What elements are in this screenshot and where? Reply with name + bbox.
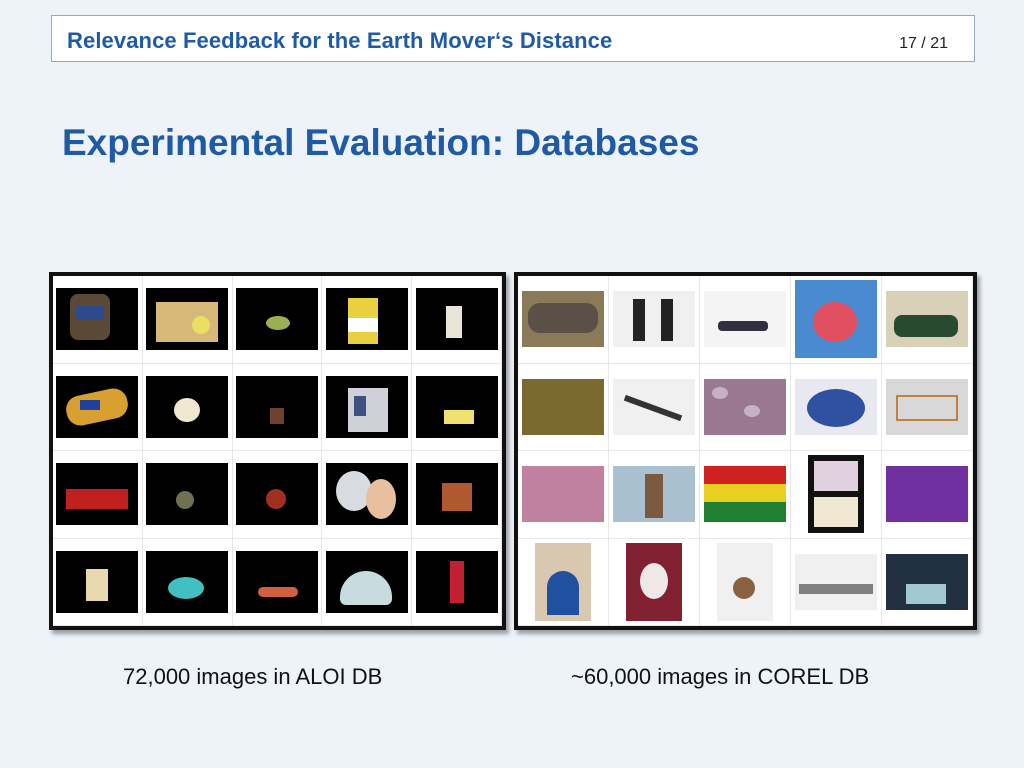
corel-thumbnail (882, 451, 973, 539)
corel-thumbnail (882, 538, 973, 626)
corel-thumbnail (882, 363, 973, 451)
aloi-thumbnail (142, 276, 233, 364)
corel-thumbnail (518, 276, 609, 364)
aloi-thumbnail (412, 538, 502, 626)
corel-thumbnail (700, 363, 791, 451)
corel-thumbnail (609, 451, 700, 539)
corel-thumbnail (609, 363, 700, 451)
corel-thumbnail (518, 538, 609, 626)
aloi-thumbnail (53, 538, 143, 626)
corel-thumbnail (700, 451, 791, 539)
aloi-thumbnail (142, 538, 233, 626)
page-number: 17 / 21 (899, 35, 948, 52)
aloi-image-collage (49, 272, 506, 630)
aloi-thumbnail (412, 451, 502, 539)
corel-thumbnail (791, 538, 882, 626)
aloi-thumbnail (322, 538, 413, 626)
aloi-thumbnail (142, 363, 233, 451)
aloi-thumbnail (322, 451, 413, 539)
aloi-thumbnail (232, 276, 323, 364)
slide-title: Experimental Evaluation: Databases (62, 122, 700, 163)
aloi-thumbnail (412, 276, 502, 364)
corel-thumbnail (700, 538, 791, 626)
aloi-thumbnail (232, 538, 323, 626)
aloi-thumbnail (322, 276, 413, 364)
corel-thumbnail (609, 538, 700, 626)
corel-thumbnail (700, 276, 791, 364)
corel-thumbnail (791, 276, 882, 364)
aloi-thumbnail (142, 451, 233, 539)
corel-thumbnail (791, 451, 882, 539)
aloi-caption: 72,000 images in ALOI DB (123, 664, 383, 689)
corel-thumbnail (609, 276, 700, 364)
header-bar: Relevance Feedback for the Earth Mover‘s… (51, 15, 975, 62)
aloi-thumbnail (232, 451, 323, 539)
corel-caption: ~60,000 images in COREL DB (571, 664, 870, 689)
corel-thumbnail (518, 363, 609, 451)
aloi-thumbnail (412, 363, 502, 451)
aloi-thumbnail (232, 363, 323, 451)
corel-thumbnail (518, 451, 609, 539)
corel-thumbnail (882, 276, 973, 364)
corel-image-collage (514, 272, 977, 630)
aloi-thumbnail (322, 363, 413, 451)
corel-thumbnail (791, 363, 882, 451)
aloi-thumbnail (53, 276, 143, 364)
presentation-title: Relevance Feedback for the Earth Mover‘s… (67, 28, 613, 53)
aloi-thumbnail (53, 451, 143, 539)
aloi-thumbnail (53, 363, 143, 451)
